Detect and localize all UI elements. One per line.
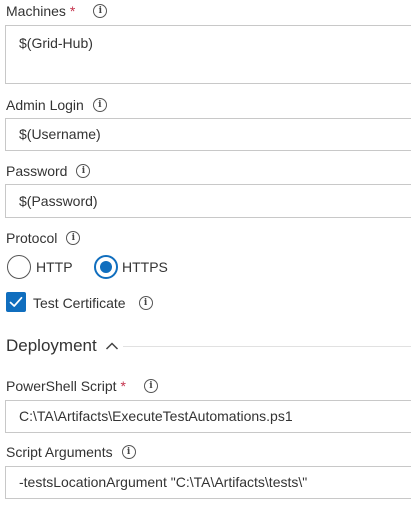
checkmark-icon (9, 296, 23, 307)
script-arguments-label-row: Script Arguments i (6, 442, 136, 462)
script-arguments-value: -testsLocationArgument "C:\TA\Artifacts\… (19, 474, 308, 490)
admin-login-value: $(Username) (19, 126, 101, 142)
machines-label-row: Machines * i (6, 1, 108, 21)
admin-login-input[interactable]: $(Username) (5, 118, 411, 151)
https-radio-label[interactable]: HTTPS (122, 255, 168, 279)
info-icon[interactable]: i (121, 445, 136, 459)
info-icon[interactable]: i (92, 98, 107, 112)
http-radio[interactable] (7, 255, 31, 279)
powershell-script-label: PowerShell Script (6, 378, 117, 394)
info-icon[interactable]: i (66, 231, 81, 245)
test-certificate-label-row: Test Certificate i (33, 293, 153, 313)
protocol-label-row: Protocol i (6, 228, 81, 248)
admin-login-label: Admin Login (6, 97, 84, 113)
password-label: Password (6, 163, 68, 179)
machines-label: Machines (6, 3, 66, 19)
deployment-section-title: Deployment (6, 336, 97, 355)
admin-login-label-row: Admin Login i (6, 95, 107, 115)
test-certificate-label[interactable]: Test Certificate (33, 295, 126, 311)
protocol-label: Protocol (6, 230, 58, 246)
machines-input[interactable]: $(Grid-Hub) (5, 25, 411, 84)
password-label-row: Password i (6, 161, 91, 181)
password-input[interactable]: $(Password) (5, 184, 411, 218)
script-arguments-input[interactable]: -testsLocationArgument "C:\TA\Artifacts\… (5, 466, 411, 499)
password-value: $(Password) (19, 193, 98, 209)
required-mark: * (69, 3, 76, 19)
script-arguments-label: Script Arguments (6, 444, 113, 460)
info-icon[interactable]: i (93, 4, 108, 18)
powershell-script-value: C:\TA\Artifacts\ExecuteTestAutomations.p… (19, 408, 293, 424)
section-divider (123, 346, 411, 347)
deployment-task-form: Machines * i $(Grid-Hub) Admin Login i $… (0, 0, 411, 505)
chevron-up-icon[interactable] (105, 341, 119, 351)
https-radio[interactable] (94, 255, 118, 279)
required-mark: * (120, 378, 126, 394)
powershell-script-label-row: PowerShell Script * i (6, 376, 158, 396)
info-icon[interactable]: i (138, 296, 153, 310)
machines-value: $(Grid-Hub) (19, 35, 93, 51)
deployment-section-header[interactable]: Deployment (6, 335, 119, 357)
http-radio-label[interactable]: HTTP (36, 255, 73, 279)
info-icon[interactable]: i (76, 164, 91, 178)
info-icon[interactable]: i (143, 379, 158, 393)
test-certificate-checkbox[interactable] (6, 292, 26, 312)
powershell-script-input[interactable]: C:\TA\Artifacts\ExecuteTestAutomations.p… (5, 400, 411, 433)
